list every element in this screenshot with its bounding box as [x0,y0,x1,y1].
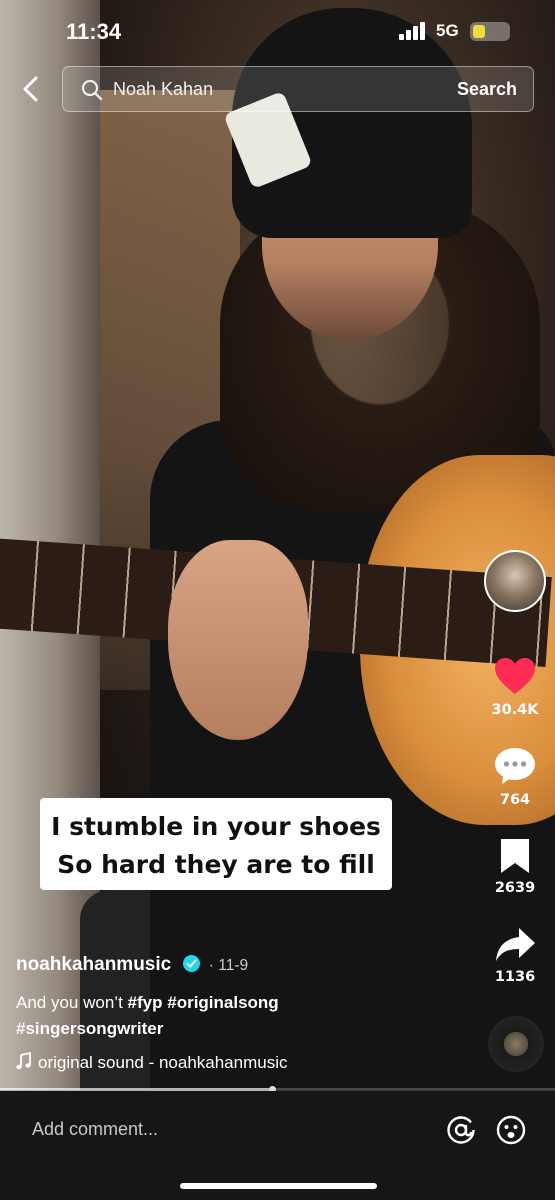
search-button[interactable]: Search [457,79,517,100]
battery-fill [473,25,485,38]
sound-name: original sound - noahkahanmusic [38,1053,288,1072]
back-arrow-icon [23,76,38,102]
comment-count: 764 [499,792,531,808]
status-time: 11:34 [66,19,122,44]
save-count: 2639 [494,880,536,896]
status-bar: 11:34 5G [0,0,555,62]
music-note-icon [16,1051,31,1070]
username[interactable]: noahkahanmusic [16,954,171,975]
like-count: 30.4K [491,702,539,718]
share-icon [496,928,535,961]
comment-input[interactable]: Add comment... [32,1119,158,1140]
like-button[interactable]: 30.4K [484,656,546,718]
caption-line-1: I stumble in your shoes [51,812,381,841]
save-button[interactable]: 2639 [484,836,546,896]
hashtag-originalsong[interactable]: #originalsong [167,993,278,1012]
search-bar[interactable]: Noah Kahan Search [62,66,534,112]
creator-avatar[interactable] [484,550,546,612]
comment-button[interactable]: 764 [484,746,546,808]
at-icon[interactable] [446,1115,476,1145]
heart-icon [495,658,535,694]
caption-line-2: So hard they are to fill [57,850,375,879]
battery-icon [470,22,510,41]
video-hand [168,540,308,740]
comment-icon [495,748,535,784]
hashtag-fyp[interactable]: #fyp [128,993,163,1012]
search-icon [81,79,103,101]
hashtag-singersongwriter[interactable]: #singersongwriter [16,1019,163,1038]
caption-overlay: I stumble in your shoes So hard they are… [40,798,392,890]
post-description: And you won’t #fyp #originalsong #singer… [16,990,456,1042]
share-button[interactable]: 1136 [484,926,546,985]
music-disc[interactable] [488,1016,544,1072]
video-player[interactable] [0,0,555,1090]
signal-icon [399,22,429,40]
network-label: 5G [436,21,459,40]
bookmark-icon [501,839,529,873]
emoji-icon[interactable] [496,1115,526,1145]
search-query[interactable]: Noah Kahan [113,79,213,100]
post-header: noahkahanmusic · 11-9 [16,954,248,976]
sound-link[interactable]: original sound - noahkahanmusic [16,1051,288,1073]
share-count: 1136 [494,969,536,985]
verified-icon [182,955,200,972]
back-button[interactable] [18,74,44,104]
post-date: · 11-9 [208,957,249,974]
description-text: And you won’t [16,993,123,1012]
home-indicator [180,1183,377,1189]
